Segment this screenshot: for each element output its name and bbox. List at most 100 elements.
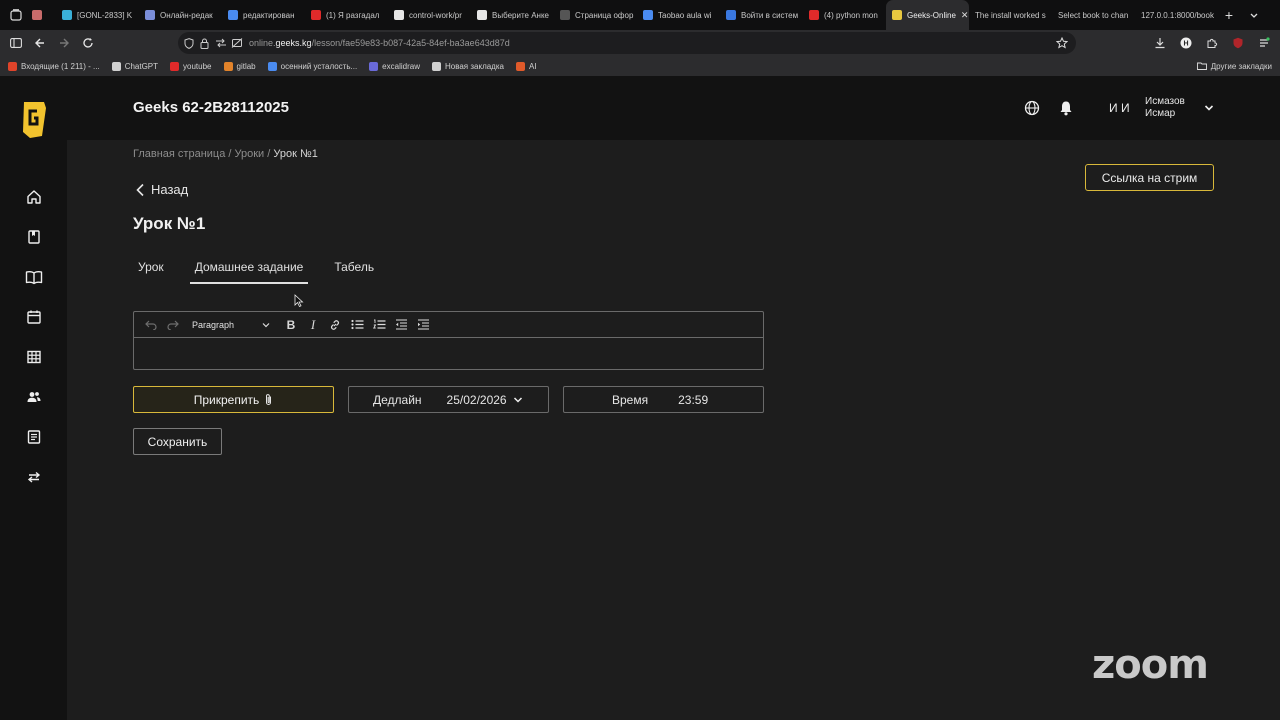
- bookmark-item[interactable]: ChatGPT: [111, 61, 158, 71]
- browser-tab-label: Онлайн-редак: [160, 10, 213, 20]
- tab-overview-icon[interactable]: [6, 0, 26, 30]
- tab-lesson[interactable]: Урок: [133, 258, 169, 284]
- user-initials-avatar[interactable]: И И: [1109, 101, 1130, 115]
- link-icon: [331, 319, 339, 330]
- sidebar-book-icon[interactable]: [24, 267, 44, 287]
- sidebar-swap-arrows-icon[interactable]: [24, 467, 44, 487]
- browser-tab[interactable]: Страница офор: [554, 0, 637, 30]
- outdent-button[interactable]: [390, 314, 412, 336]
- browser-tab[interactable]: (4) python mon: [803, 0, 886, 30]
- bulleted-list-button[interactable]: [346, 314, 368, 336]
- bookmark-item[interactable]: youtube: [170, 61, 212, 71]
- download-icon[interactable]: [1148, 31, 1172, 55]
- extensions-puzzle-icon[interactable]: [1200, 31, 1224, 55]
- other-bookmarks-folder[interactable]: Другие закладки: [1196, 56, 1272, 76]
- link-button[interactable]: [324, 314, 346, 336]
- new-tab-button[interactable]: +: [1218, 7, 1240, 23]
- browser-tab-label: The install worked s: [975, 10, 1046, 20]
- browser-tab[interactable]: [GONL-2833] K: [56, 0, 139, 30]
- lock-icon[interactable]: [200, 38, 209, 49]
- profile-extension-icon[interactable]: H: [1174, 31, 1198, 55]
- breadcrumb: Главная страница / Уроки / Урок №1: [133, 148, 318, 160]
- back-link[interactable]: Назад: [135, 182, 188, 197]
- browser-tab[interactable]: Select book to chan: [1052, 0, 1135, 30]
- browser-tab[interactable]: Войти в систем: [720, 0, 803, 30]
- indent-button[interactable]: [412, 314, 434, 336]
- shield-icon[interactable]: [184, 37, 194, 49]
- browser-tab[interactable]: Онлайн-редак: [139, 0, 222, 30]
- tab-favicon-icon: [643, 10, 653, 20]
- numbered-list-button[interactable]: [368, 314, 390, 336]
- attach-file-button[interactable]: Прикрепить: [133, 386, 334, 413]
- browser-tab-label: Taobao aula wi: [658, 10, 712, 20]
- bookmark-label: Новая закладка: [444, 61, 504, 71]
- undo-button[interactable]: [140, 314, 162, 336]
- user-menu-chevron-icon[interactable]: [1203, 102, 1215, 114]
- bookmark-item[interactable]: gitlab: [223, 61, 256, 71]
- numbered-list-icon: [372, 319, 385, 329]
- browser-tab[interactable]: The install worked s: [969, 0, 1052, 30]
- breadcrumb-lessons[interactable]: Уроки: [235, 148, 265, 160]
- notifications-bell-icon[interactable]: [1057, 99, 1075, 117]
- tab-homework[interactable]: Домашнее задание: [189, 258, 309, 284]
- stream-link-button[interactable]: Ссылка на стрим: [1085, 164, 1214, 191]
- menu-icon[interactable]: [1252, 31, 1276, 55]
- save-button[interactable]: Сохранить: [133, 428, 222, 455]
- reload-icon[interactable]: [76, 31, 100, 55]
- bookmark-item[interactable]: AI: [515, 61, 537, 71]
- url-text[interactable]: online.geeks.kg/lesson/fae59e83-b087-42a…: [249, 38, 510, 48]
- bookmark-item[interactable]: Новая закладка: [431, 61, 504, 71]
- rich-text-editor: Paragraph B I: [133, 311, 764, 370]
- user-name[interactable]: Исмазов Исмар: [1145, 96, 1185, 120]
- geeks-logo-icon[interactable]: [20, 98, 48, 140]
- blocked-icon[interactable]: [231, 38, 243, 48]
- sidebar-toggle-icon[interactable]: [4, 31, 28, 55]
- tab-search-icon[interactable]: [1244, 0, 1264, 30]
- bookmark-star-icon[interactable]: [1056, 37, 1068, 49]
- language-globe-icon[interactable]: [1023, 99, 1041, 117]
- sidebar-document-icon[interactable]: [24, 427, 44, 447]
- permissions-icon[interactable]: [215, 38, 227, 48]
- time-picker[interactable]: Время 23:59: [563, 386, 764, 413]
- bookmark-favicon-icon: [8, 61, 17, 71]
- browser-tab[interactable]: Geeks-Online ✕: [886, 0, 969, 30]
- bold-icon: B: [286, 317, 296, 332]
- browser-tab[interactable]: [26, 0, 56, 30]
- browser-tab-label: Страница офор: [575, 10, 634, 20]
- tab-close-icon[interactable]: ✕: [961, 10, 969, 21]
- sidebar-bookmark-icon[interactable]: [24, 227, 44, 247]
- address-bar[interactable]: online.geeks.kg/lesson/fae59e83-b087-42a…: [178, 32, 1076, 54]
- bookmark-item[interactable]: excalidraw: [369, 61, 420, 71]
- browser-tab[interactable]: Выберите Анке: [471, 0, 554, 30]
- bold-button[interactable]: B: [280, 314, 302, 336]
- editor-toolbar: Paragraph B I: [134, 312, 763, 338]
- url-host: geeks.kg: [275, 38, 312, 48]
- tab-gradebook[interactable]: Табель: [329, 258, 379, 284]
- sidebar-users-icon[interactable]: [24, 387, 44, 407]
- breadcrumb-home[interactable]: Главная страница: [133, 148, 225, 160]
- browser-tab[interactable]: control-work/pr: [388, 0, 471, 30]
- bookmark-favicon-icon: [267, 61, 277, 71]
- deadline-date-picker[interactable]: Дедлайн 25/02/2026: [348, 386, 549, 413]
- redo-button[interactable]: [162, 314, 184, 336]
- breadcrumb-current: Урок №1: [273, 148, 318, 160]
- browser-tab[interactable]: редактирован: [222, 0, 305, 30]
- sidebar-grid-table-icon[interactable]: [24, 347, 44, 367]
- ublock-icon[interactable]: [1226, 31, 1250, 55]
- time-value: 23:59: [678, 392, 709, 407]
- browser-tab[interactable]: (1) Я разгадал: [305, 0, 388, 30]
- page-title: Урок №1: [133, 214, 206, 233]
- tab-favicon-icon: [477, 10, 487, 20]
- browser-tab[interactable]: 127.0.0.1:8000/book: [1135, 0, 1218, 30]
- browser-tab[interactable]: Taobao aula wi: [637, 0, 720, 30]
- back-arrow-icon[interactable]: [28, 31, 52, 55]
- block-type-select[interactable]: Paragraph: [184, 320, 276, 330]
- editor-content-area[interactable]: [134, 338, 763, 369]
- bookmark-item[interactable]: осенний усталость...: [267, 61, 357, 71]
- sidebar-calendar-icon[interactable]: [24, 307, 44, 327]
- bookmark-item[interactable]: Входящие (1 211) - ...: [8, 61, 100, 71]
- italic-button[interactable]: I: [302, 314, 324, 336]
- forward-arrow-icon[interactable]: [52, 31, 76, 55]
- sidebar-home-icon[interactable]: [24, 187, 44, 207]
- chevron-down-icon: [262, 322, 270, 327]
